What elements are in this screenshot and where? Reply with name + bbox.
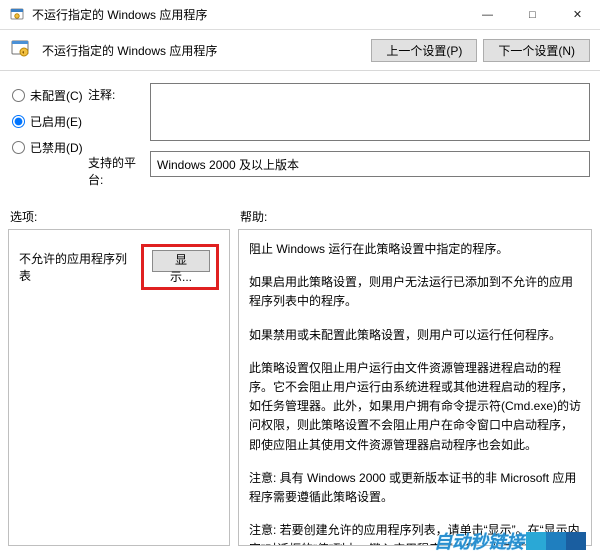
app-icon	[8, 6, 26, 24]
watermark: 自动秒链接	[434, 528, 586, 554]
radio-not-configured-input[interactable]	[12, 89, 25, 102]
options-pane: 不允许的应用程序列表 显示...	[8, 229, 230, 546]
next-setting-button[interactable]: 下一个设置(N)	[483, 39, 590, 62]
disallowed-list-label: 不允许的应用程序列表	[19, 250, 135, 284]
options-label: 选项:	[10, 208, 240, 225]
radio-enabled-label: 已启用(E)	[30, 113, 82, 130]
policy-title: 不运行指定的 Windows 应用程序	[42, 42, 365, 59]
platform-label: 支持的平台:	[88, 151, 150, 188]
titlebar: 不运行指定的 Windows 应用程序 — □ ✕	[0, 0, 600, 30]
comment-label: 注释:	[88, 83, 150, 141]
state-radios: 未配置(C) 已启用(E) 已禁用(D)	[10, 83, 88, 198]
window-title: 不运行指定的 Windows 应用程序	[32, 6, 465, 23]
radio-enabled-input[interactable]	[12, 115, 25, 128]
help-label: 帮助:	[240, 208, 267, 225]
platform-box: Windows 2000 及以上版本	[150, 151, 590, 177]
policy-header: 不运行指定的 Windows 应用程序 上一个设置(P) 下一个设置(N)	[0, 30, 600, 71]
section-labels: 选项: 帮助:	[0, 202, 600, 229]
help-p5: 注意: 具有 Windows 2000 或更新版本证书的非 Microsoft …	[249, 469, 581, 507]
comment-textarea[interactable]	[150, 83, 590, 141]
config-section: 未配置(C) 已启用(E) 已禁用(D) 注释: 支持的平台: Windows …	[0, 71, 600, 202]
radio-disabled-input[interactable]	[12, 141, 25, 154]
show-button[interactable]: 显示...	[152, 250, 210, 272]
radio-disabled-label: 已禁用(D)	[30, 139, 83, 156]
policy-icon	[10, 38, 34, 62]
help-pane: 阻止 Windows 运行在此策略设置中指定的程序。 如果启用此策略设置，则用户…	[238, 229, 592, 546]
close-button[interactable]: ✕	[555, 0, 600, 30]
minimize-button[interactable]: —	[465, 0, 510, 30]
help-p1: 阻止 Windows 运行在此策略设置中指定的程序。	[249, 240, 581, 259]
radio-enabled[interactable]: 已启用(E)	[10, 109, 88, 133]
previous-setting-button[interactable]: 上一个设置(P)	[371, 39, 477, 62]
help-p3: 如果禁用或未配置此策略设置，则用户可以运行任何程序。	[249, 326, 581, 345]
lower-panes: 不允许的应用程序列表 显示... 阻止 Windows 运行在此策略设置中指定的…	[0, 229, 600, 554]
radio-disabled[interactable]: 已禁用(D)	[10, 135, 88, 159]
watermark-text: 自动秒链接	[434, 528, 524, 554]
help-p2: 如果启用此策略设置，则用户无法运行已添加到不允许的应用程序列表中的程序。	[249, 273, 581, 311]
show-button-highlight: 显示...	[141, 244, 219, 290]
radio-not-configured-label: 未配置(C)	[30, 87, 83, 104]
maximize-button[interactable]: □	[510, 0, 555, 30]
help-p4: 此策略设置仅阻止用户运行由文件资源管理器进程启动的程序。它不会阻止用户运行由系统…	[249, 359, 581, 455]
radio-not-configured[interactable]: 未配置(C)	[10, 83, 88, 107]
watermark-bars	[526, 532, 586, 550]
